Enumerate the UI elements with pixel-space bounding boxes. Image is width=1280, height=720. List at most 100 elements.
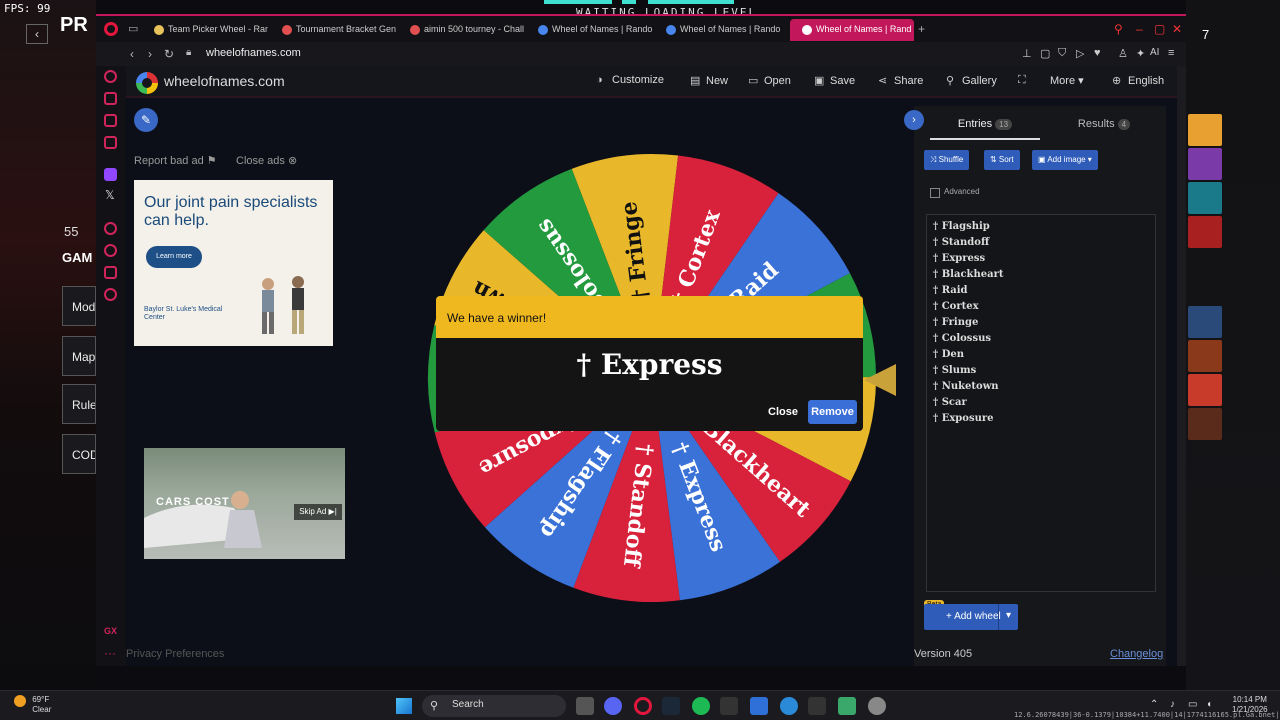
app-icon[interactable]: [868, 697, 886, 715]
maximize-icon[interactable]: ▢: [1154, 22, 1165, 36]
thumbnail[interactable]: [1188, 340, 1222, 372]
network-icon[interactable]: ▭: [1188, 699, 1197, 710]
video-ad[interactable]: CARS COST Skip Ad ▶|: [144, 448, 345, 559]
ad-learn-more-button[interactable]: Learn more: [146, 246, 202, 268]
browser-tab[interactable]: Wheel of Names | Random: [654, 19, 780, 41]
chevron-up-icon[interactable]: ⌃: [1150, 699, 1158, 710]
browser-tab[interactable]: Wheel of Names | Random: [526, 19, 652, 41]
app-icon[interactable]: [720, 697, 738, 715]
taskbar-search[interactable]: ⚲ Search: [422, 695, 566, 717]
sparkle-icon[interactable]: ✦: [1136, 47, 1145, 60]
sidebar-history-icon[interactable]: [104, 244, 117, 257]
game-menu-item[interactable]: Map: [62, 336, 96, 376]
file-explorer-icon[interactable]: [576, 697, 594, 715]
microphone-icon[interactable]: ♪: [1170, 699, 1175, 710]
url-field[interactable]: wheelofnames.com: [206, 47, 301, 59]
thumbnail[interactable]: [1188, 114, 1222, 146]
tab-strip-icon[interactable]: ▭: [128, 22, 138, 35]
ad-banner[interactable]: Our joint pain specialists can help. Lea…: [134, 180, 333, 346]
shuffle-button[interactable]: ⤨ Shuffle: [924, 150, 970, 170]
gallery-button[interactable]: ⚲ Gallery: [946, 74, 997, 87]
windows-start-icon[interactable]: [396, 698, 412, 714]
profile-icon[interactable]: ♙: [1118, 47, 1128, 60]
game-menu-item[interactable]: Rule: [62, 384, 96, 424]
close-ads-link[interactable]: Close ads ⊗: [236, 154, 297, 167]
changelog-link[interactable]: Changelog: [1110, 648, 1163, 660]
game-back-button[interactable]: ‹: [26, 24, 48, 44]
add-image-button[interactable]: ▣ Add image ▾: [1032, 150, 1098, 170]
send-icon[interactable]: ▷: [1076, 47, 1084, 60]
browser-tab-active[interactable]: Wheel of Names | Rand: [790, 19, 914, 41]
chevron-down-icon[interactable]: ▾: [998, 604, 1018, 630]
privacy-preferences-link[interactable]: Privacy Preferences: [126, 648, 224, 660]
shield-icon[interactable]: ⛉: [1058, 47, 1066, 60]
new-tab-icon[interactable]: +: [918, 22, 925, 36]
remove-button[interactable]: Remove: [808, 400, 857, 424]
back-icon[interactable]: ‹: [130, 47, 134, 61]
sidebar-settings-icon[interactable]: [104, 288, 117, 301]
edit-pencil-button[interactable]: ✎: [134, 108, 158, 132]
browser-tab[interactable]: Tournament Bracket Gene: [270, 19, 396, 41]
page-scrollbar[interactable]: [1177, 66, 1186, 666]
opera-gx-icon[interactable]: [634, 697, 652, 715]
app-icon[interactable]: [780, 697, 798, 715]
twitch-icon[interactable]: [104, 168, 117, 181]
thumbnail[interactable]: [1188, 216, 1222, 248]
browser-tab[interactable]: Team Picker Wheel - Rand: [142, 19, 268, 41]
lock-icon[interactable]: 🔒︎: [186, 47, 191, 58]
discord-icon[interactable]: [604, 697, 622, 715]
advanced-checkbox[interactable]: [930, 188, 940, 198]
steam-icon[interactable]: [662, 697, 680, 715]
tab-entries[interactable]: Entries 13: [930, 114, 1040, 140]
report-bad-ad-link[interactable]: Report bad ad ⚑: [134, 154, 217, 167]
close-window-icon[interactable]: ✕: [1172, 22, 1182, 36]
wheel-logo-icon[interactable]: [136, 72, 158, 94]
gx-icon[interactable]: GX: [104, 626, 117, 636]
thumbnail[interactable]: [1188, 374, 1222, 406]
sidebar-shop-icon[interactable]: [104, 92, 117, 105]
site-name[interactable]: wheelofnames.com: [164, 73, 285, 89]
thumbnail[interactable]: [1188, 306, 1222, 338]
x-icon[interactable]: 𝕏: [105, 188, 115, 202]
game-menu-item[interactable]: COD: [62, 434, 96, 474]
sidebar-extensions-icon[interactable]: [104, 266, 117, 279]
open-button[interactable]: ▭ Open: [748, 74, 791, 87]
pin-icon[interactable]: ⊥: [1022, 47, 1032, 60]
sort-button[interactable]: ⇅ Sort: [984, 150, 1020, 170]
thumbnail[interactable]: [1188, 148, 1222, 180]
game-menu-item[interactable]: Mod: [62, 286, 96, 326]
forward-icon[interactable]: ›: [148, 47, 152, 61]
heart-icon[interactable]: ♥: [1094, 47, 1101, 59]
toggle-panel-button[interactable]: ›: [904, 110, 924, 130]
snapshot-icon[interactable]: ▢: [1040, 47, 1050, 60]
opera-logo-icon[interactable]: [104, 22, 118, 36]
save-button[interactable]: ▣ Save: [814, 74, 855, 87]
thumbnail[interactable]: [1188, 408, 1222, 440]
tab-results[interactable]: Results 4: [1054, 114, 1154, 140]
close-button[interactable]: Close: [768, 406, 798, 418]
skip-ad-button[interactable]: Skip Ad ▶|: [294, 504, 342, 520]
add-wheel-button[interactable]: + Add wheel ▾: [924, 604, 1018, 630]
more-button[interactable]: More ▾: [1050, 74, 1084, 87]
new-button[interactable]: ▤ New: [690, 74, 728, 87]
language-button[interactable]: ⊕ English: [1112, 74, 1164, 87]
reload-icon[interactable]: ↻: [164, 47, 174, 61]
share-button[interactable]: ⋖ Share: [878, 74, 923, 87]
entries-textarea[interactable]: † Flagship † Standoff † Express † Blackhear…: [926, 214, 1156, 592]
weather-widget[interactable]: 69°F Clear: [14, 695, 51, 715]
ai-badge[interactable]: AI: [1150, 47, 1159, 58]
more-dots-icon[interactable]: ···: [104, 646, 116, 660]
sidebar-m-icon[interactable]: [104, 136, 117, 149]
sidebar-player-icon[interactable]: [104, 222, 117, 235]
app-icon[interactable]: [838, 697, 856, 715]
browser-tab[interactable]: aimin 500 tourney - Chall: [398, 19, 524, 41]
volume-icon[interactable]: ◖: [1206, 699, 1212, 710]
thumbnail[interactable]: [1188, 182, 1222, 214]
minimize-icon[interactable]: –: [1136, 22, 1143, 36]
search-tabs-icon[interactable]: ⚲: [1114, 22, 1123, 36]
sidebar-ai-icon[interactable]: [104, 70, 117, 83]
spotify-icon[interactable]: [692, 697, 710, 715]
menu-icon[interactable]: ≡: [1168, 47, 1174, 59]
sidebar-games-icon[interactable]: [104, 114, 117, 127]
app-icon[interactable]: [808, 697, 826, 715]
